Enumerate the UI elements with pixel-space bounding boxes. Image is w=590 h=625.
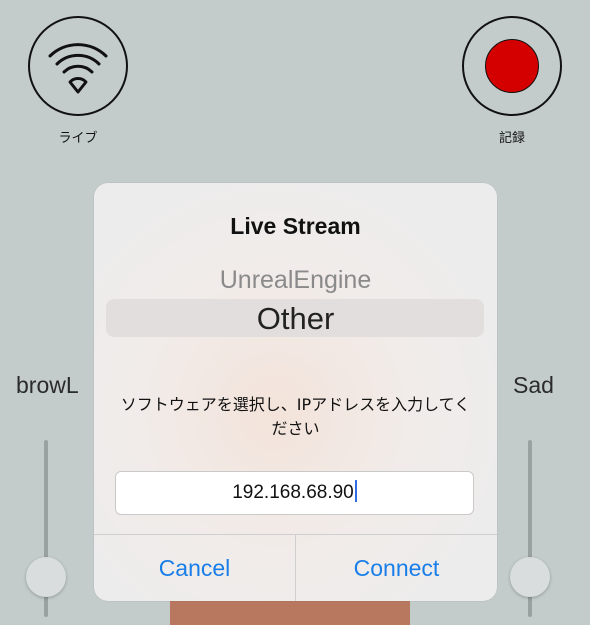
right-slider-label: Sad (513, 372, 554, 398)
left-slider-label: browL (16, 372, 79, 398)
live-button[interactable] (28, 16, 128, 116)
record-label: 記録 (498, 131, 525, 146)
live-stream-dialog: Live Stream UnrealEngine Other ソフトウェアを選択… (94, 183, 497, 601)
dialog-message: ソフトウェアを選択し、IPアドレスを入力してください (120, 395, 471, 438)
record-button[interactable] (462, 16, 562, 116)
dialog-title: Live Stream (230, 213, 361, 239)
connect-button[interactable]: Connect (296, 535, 497, 601)
wifi-icon (48, 43, 108, 94)
record-dot-icon (485, 39, 539, 93)
live-label: ライブ (58, 131, 98, 146)
picker-option-unrealengine[interactable]: UnrealEngine (94, 266, 497, 295)
right-slider-thumb[interactable] (510, 557, 550, 597)
cancel-button[interactable]: Cancel (94, 535, 295, 601)
ip-address-input[interactable] (115, 471, 474, 515)
picker-option-selected[interactable]: Other (94, 299, 497, 339)
left-slider-thumb[interactable] (26, 557, 66, 597)
